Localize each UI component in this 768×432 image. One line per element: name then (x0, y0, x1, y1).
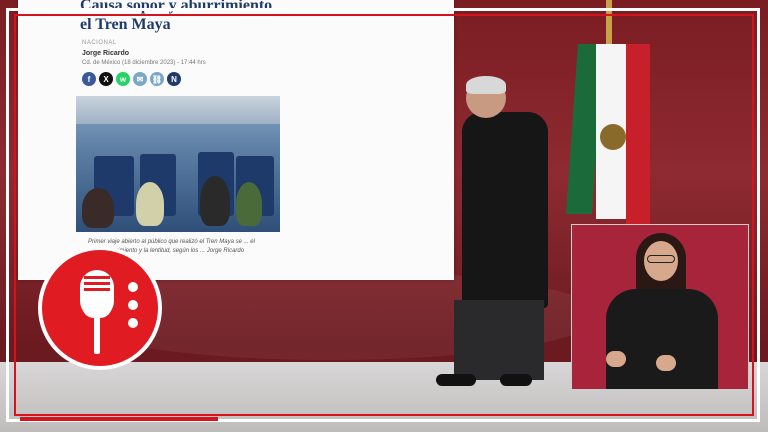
dot-icon (128, 300, 138, 310)
bottom-red-bar (20, 417, 218, 421)
mic-grille-stripe (84, 282, 110, 285)
dot-icon (128, 282, 138, 292)
mic-grille-stripe (84, 276, 110, 279)
mic-grille-stripe (84, 288, 110, 291)
mic-stand (94, 314, 100, 354)
dot-icon (128, 318, 138, 328)
